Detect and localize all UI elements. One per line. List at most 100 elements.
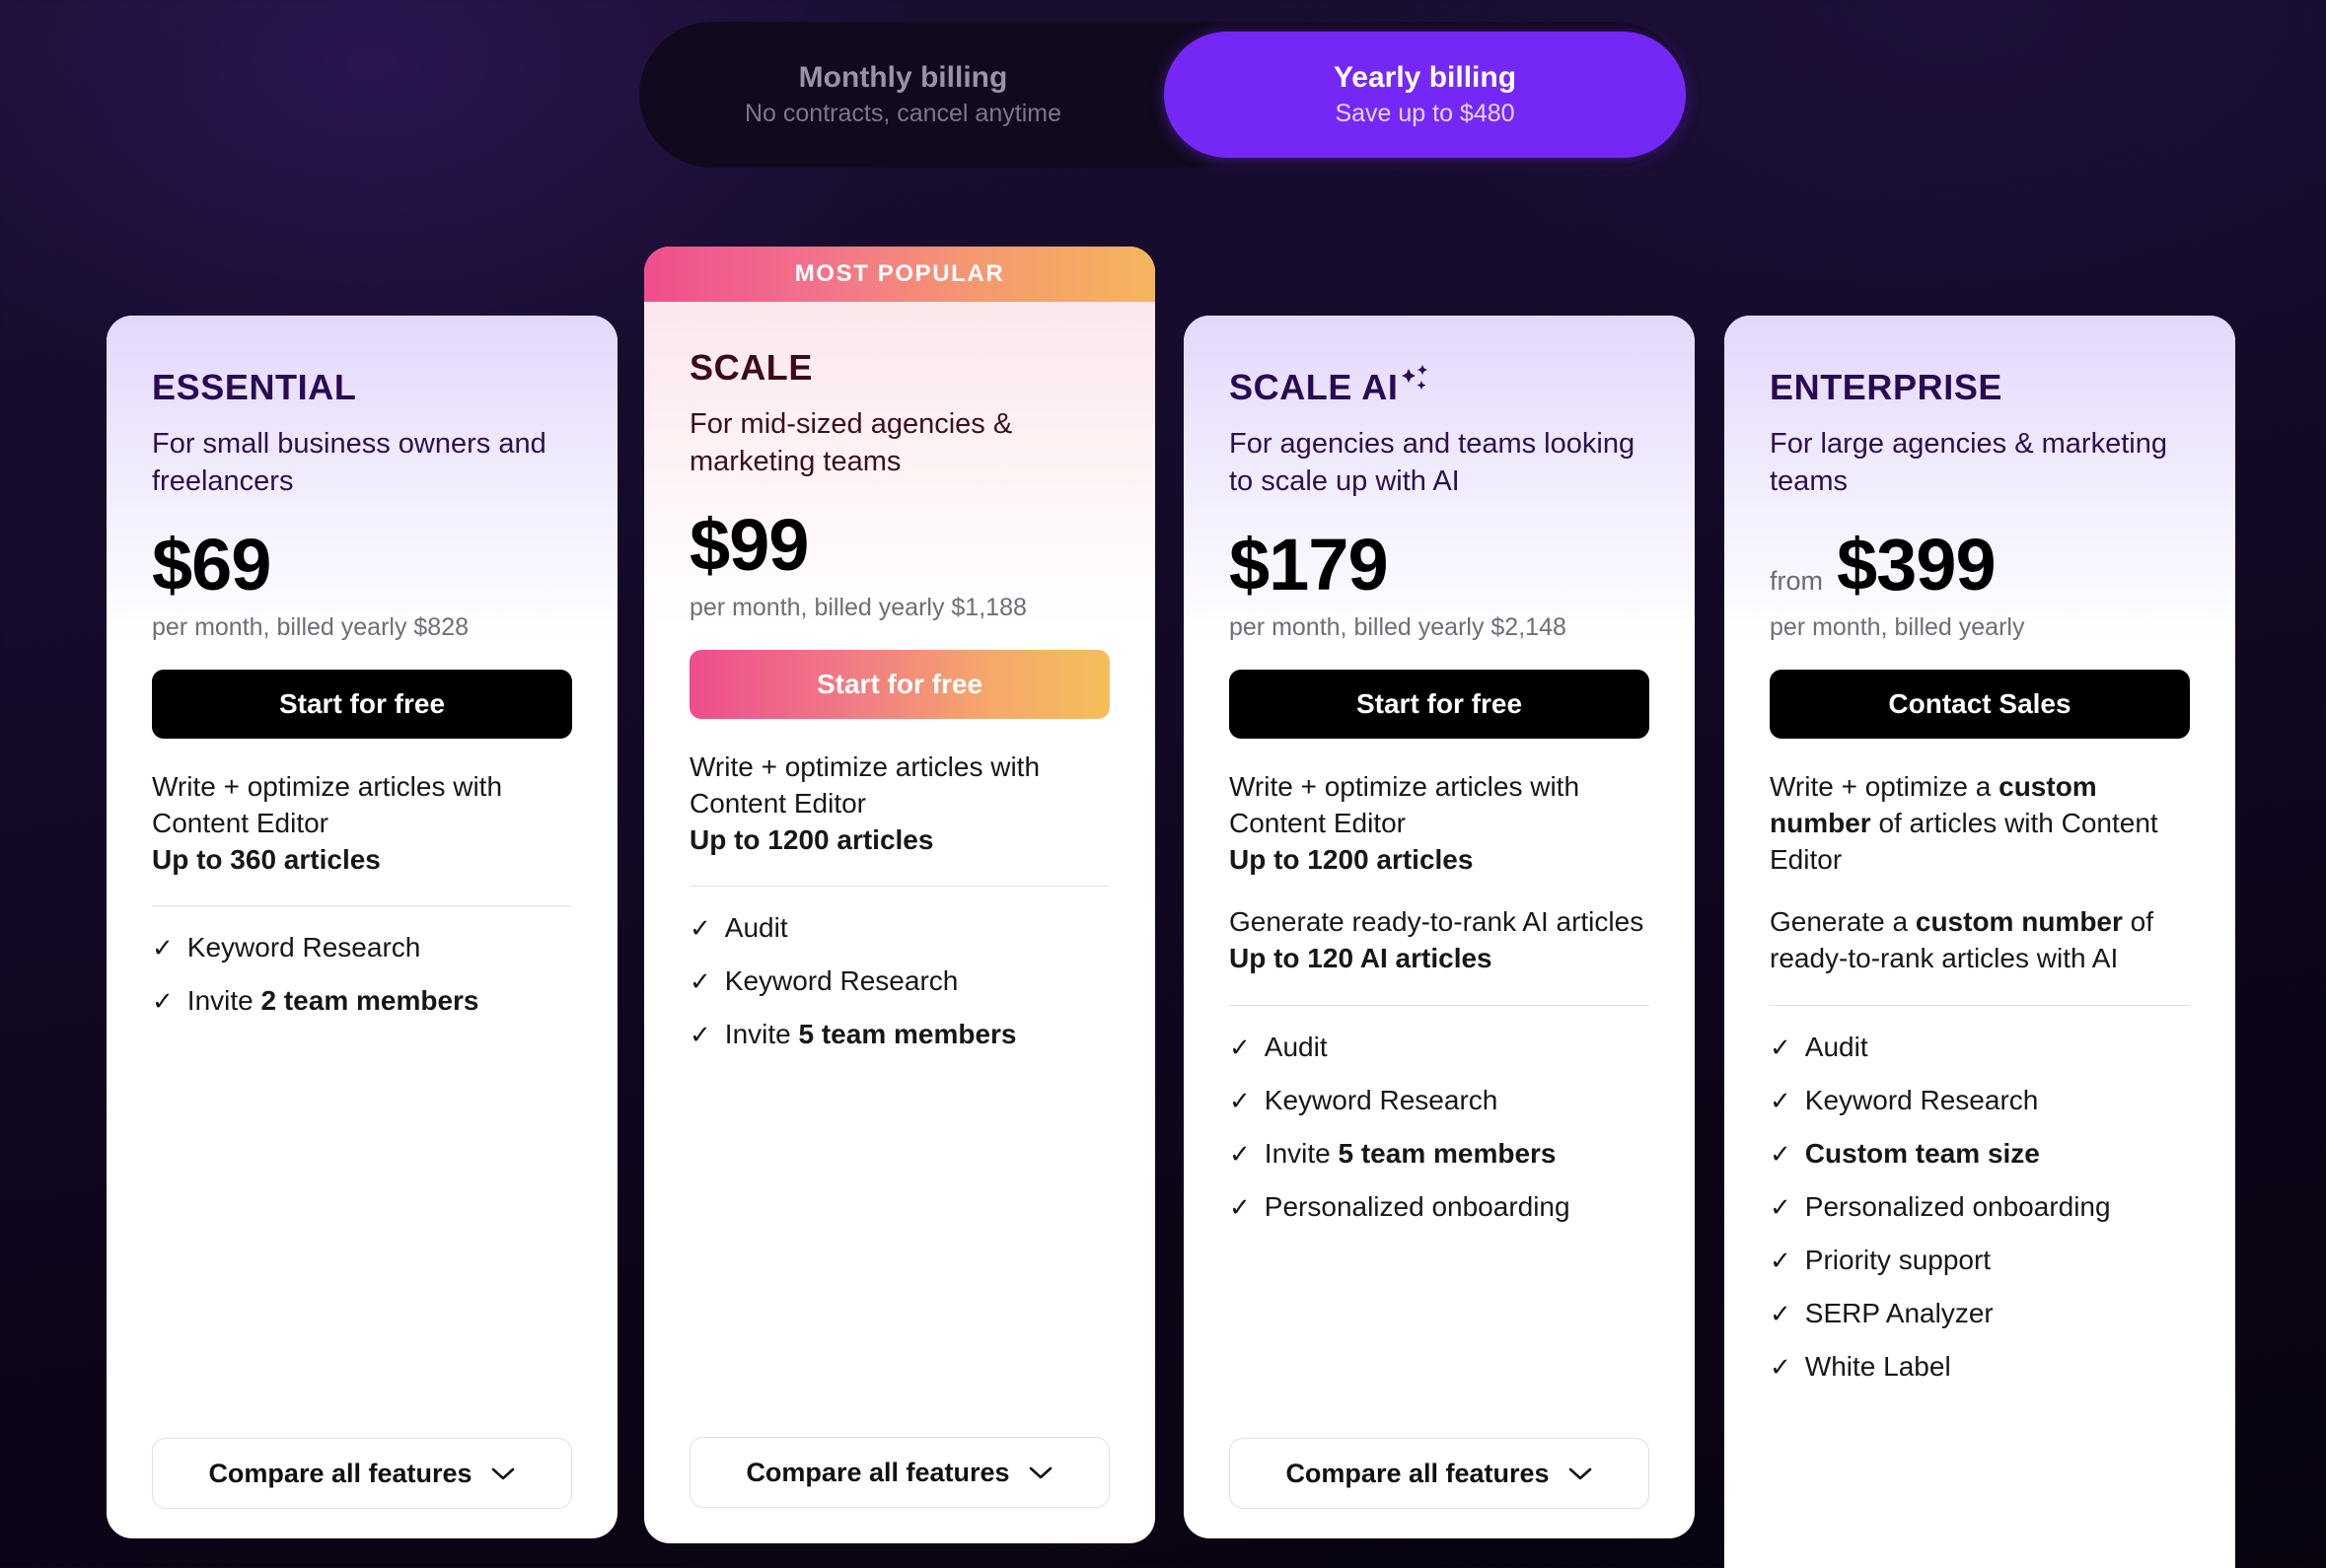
plan-name: ESSENTIAL — [152, 367, 357, 407]
feature-label: Personalized onboarding — [1804, 1190, 2111, 1222]
rich-block: Generate a custom number of ready-to-ran… — [1770, 906, 2154, 974]
billing-yearly-subtitle: Save up to $480 — [1335, 100, 1515, 127]
check-icon: ✓ — [1229, 1032, 1251, 1062]
check-icon: ✓ — [1770, 1138, 1791, 1169]
plan-name: SCALE AI — [1229, 365, 1649, 408]
highlight-block: Write + optimize articles with Content E… — [152, 768, 572, 879]
compare-all-features-button[interactable]: Compare all features — [1229, 1438, 1649, 1509]
list-item: ✓ Keyword Research — [1770, 1085, 2190, 1116]
start-for-free-button[interactable]: Start for free — [1229, 669, 1649, 739]
compare-label: Compare all features — [746, 1457, 1010, 1487]
plan-price: $179 — [1229, 523, 1389, 606]
price-row: $179 — [1229, 523, 1649, 606]
feature-label: Audit — [1804, 1031, 1868, 1062]
plan-price: $99 — [690, 503, 809, 586]
plan-description: For agencies and teams looking to scale … — [1229, 428, 1635, 498]
plan-name: ENTERPRISE — [1770, 367, 2003, 407]
price-note: per month, billed yearly $2,148 — [1229, 612, 1566, 641]
feature-label: Audit — [1264, 1031, 1328, 1062]
check-icon: ✓ — [1229, 1191, 1251, 1222]
list-item: ✓ Keyword Research — [152, 932, 572, 963]
feature-label: Keyword Research — [1264, 1084, 1498, 1115]
highlight-block: Write + optimize articles with Content E… — [1229, 768, 1649, 879]
check-icon: ✓ — [152, 933, 174, 963]
billing-option-monthly[interactable]: Monthly billing No contracts, cancel any… — [642, 32, 1164, 158]
highlight-lead: Generate ready-to-rank AI articles — [1229, 906, 1644, 938]
start-for-free-button[interactable]: Start for free — [152, 669, 572, 739]
price-row: from $399 — [1770, 523, 2190, 606]
pricing-card-enterprise[interactable]: ENTERPRISE For large agencies & marketin… — [1724, 316, 2235, 1568]
feature-label: Invite 5 team members — [1264, 1137, 1557, 1169]
rich-block: Write + optimize a custom number of arti… — [1770, 770, 2158, 875]
highlight-block: Generate ready-to-rank AI articles Up to… — [1229, 903, 1649, 976]
billing-monthly-title: Monthly billing — [798, 61, 1008, 94]
billing-yearly-title: Yearly billing — [1333, 61, 1517, 94]
list-item: ✓ Audit — [1229, 1032, 1649, 1063]
list-item: ✓ White Label — [1770, 1351, 2190, 1383]
check-icon: ✓ — [690, 966, 711, 997]
compare-label: Compare all features — [208, 1458, 472, 1488]
feature-list: ✓ Audit ✓ Keyword Research ✓ Custom team… — [1770, 1032, 2190, 1383]
list-item: ✓ Audit — [1770, 1032, 2190, 1063]
compare-all-features-button[interactable]: Compare all features — [152, 1438, 572, 1509]
plan-name-label: SCALE AI — [1229, 367, 1399, 407]
billing-period-toggle[interactable]: Monthly billing No contracts, cancel any… — [639, 22, 1689, 168]
section-divider — [1770, 1004, 2190, 1006]
list-item: ✓ SERP Analyzer — [1770, 1298, 2190, 1329]
highlight-strong: Up to 1200 articles — [1229, 844, 1474, 875]
section-divider — [152, 905, 572, 907]
highlight-lead: Write + optimize articles with Content E… — [1229, 770, 1580, 838]
check-icon: ✓ — [1770, 1298, 1791, 1328]
feature-label: Custom team size — [1804, 1137, 2040, 1169]
list-item: ✓ Personalized onboarding — [1770, 1191, 2190, 1223]
plan-name: SCALE — [690, 347, 814, 388]
section-divider — [1229, 1004, 1649, 1006]
chevron-down-icon — [1567, 1459, 1593, 1489]
feature-label: Personalized onboarding — [1264, 1190, 1570, 1222]
feature-list: ✓ Keyword Research ✓ Invite 2 team membe… — [152, 932, 572, 1017]
feature-list: ✓ Audit ✓ Keyword Research ✓ Invite 5 te… — [1229, 1032, 1649, 1223]
check-icon: ✓ — [152, 986, 174, 1017]
pricing-card-scale[interactable]: MOST POPULAR SCALE For mid-sized agencie… — [644, 247, 1155, 1543]
check-icon: ✓ — [1229, 1085, 1251, 1115]
feature-label: Audit — [724, 912, 788, 944]
price-note: per month, billed yearly $1,188 — [690, 593, 1027, 621]
check-icon: ✓ — [1770, 1085, 1791, 1115]
compare-label: Compare all features — [1285, 1458, 1550, 1488]
plan-description: For large agencies & marketing teams — [1770, 428, 2167, 498]
list-item: ✓ Priority support — [1770, 1245, 2190, 1276]
most-popular-badge: MOST POPULAR — [644, 247, 1155, 302]
price-prefix: from — [1770, 565, 1823, 596]
list-item: ✓ Personalized onboarding — [1229, 1191, 1649, 1223]
highlight-lead: Write + optimize articles with Content E… — [690, 750, 1041, 819]
highlight-strong: Up to 1200 articles — [690, 824, 934, 855]
contact-sales-button[interactable]: Contact Sales — [1770, 669, 2190, 739]
chevron-down-icon — [490, 1459, 516, 1489]
list-item: ✓ Audit — [690, 912, 1110, 944]
highlight-block: Write + optimize articles with Content E… — [690, 748, 1110, 859]
feature-label: Invite 5 team members — [724, 1019, 1017, 1050]
check-icon: ✓ — [690, 1020, 711, 1050]
billing-option-yearly[interactable]: Yearly billing Save up to $480 — [1164, 32, 1686, 158]
check-icon: ✓ — [1770, 1032, 1791, 1062]
feature-list: ✓ Audit ✓ Keyword Research ✓ Invite 5 te… — [690, 912, 1110, 1050]
feature-label: Keyword Research — [186, 932, 421, 963]
list-item: ✓ Invite 2 team members — [152, 985, 572, 1017]
plan-description: For mid-sized agencies & marketing teams — [690, 408, 1013, 478]
list-item: ✓ Custom team size — [1770, 1138, 2190, 1170]
section-divider — [690, 886, 1110, 888]
highlight-strong: Up to 360 articles — [152, 844, 381, 875]
start-for-free-button[interactable]: Start for free — [690, 649, 1110, 719]
plan-price: $399 — [1837, 523, 1997, 606]
pricing-card-scale-ai[interactable]: SCALE AI For agencies and teams looking … — [1184, 316, 1695, 1538]
compare-all-features-button[interactable]: Compare all features — [690, 1437, 1110, 1508]
pricing-card-essential[interactable]: ESSENTIAL For small business owners and … — [107, 316, 618, 1538]
chevron-down-icon — [1028, 1458, 1054, 1488]
feature-label: SERP Analyzer — [1804, 1297, 1994, 1328]
list-item: ✓ Invite 5 team members — [1229, 1138, 1649, 1170]
sparkle-icon — [1400, 363, 1433, 405]
feature-label: Keyword Research — [1804, 1084, 2039, 1115]
feature-label: Keyword Research — [724, 965, 959, 997]
highlight-lead: Write + optimize articles with Content E… — [152, 770, 503, 838]
highlight-strong: Up to 120 AI articles — [1229, 943, 1492, 974]
